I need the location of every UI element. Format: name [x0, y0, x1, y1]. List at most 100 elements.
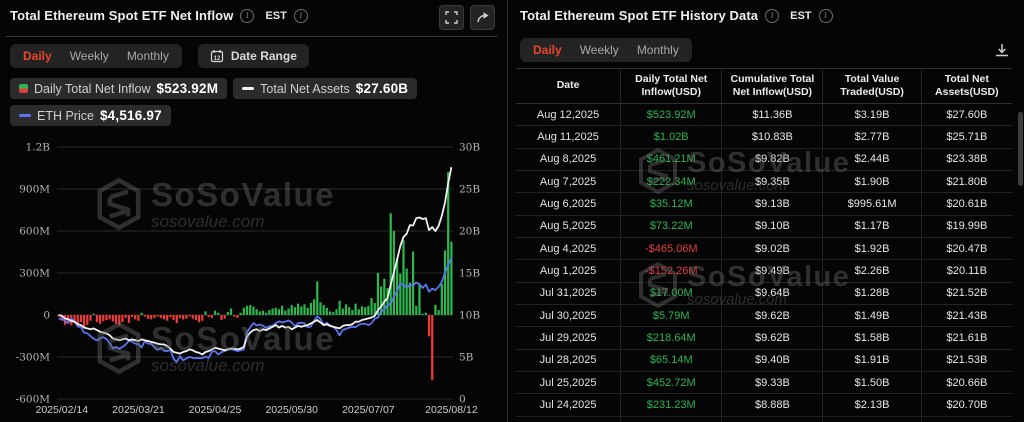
traded-cell: $1.50B [823, 371, 922, 394]
tab-weekly[interactable]: Weekly [573, 41, 626, 59]
tab-monthly[interactable]: Monthly [120, 47, 176, 65]
table-scrollbar[interactable] [1018, 112, 1023, 186]
inflow-bar [194, 315, 198, 321]
legend-item-total-net-assets[interactable]: Total Net Assets $27.60B [233, 78, 418, 99]
column-header-4[interactable]: Total Net Assets(USD) [922, 69, 1012, 103]
inflow-bar [443, 250, 447, 315]
inflow-bar [245, 305, 249, 315]
inflow-bar [399, 273, 402, 315]
x-axis-tick: 2025/03/21 [112, 404, 165, 416]
inflow-bar [185, 315, 188, 319]
timezone-info-icon[interactable]: i [818, 8, 833, 23]
table-row: Aug 5,2025 $73.22M $9.10B $1.17B $19.99B [516, 215, 1012, 238]
inflow-bar [118, 315, 121, 326]
traded-cell: $2.13B [823, 394, 922, 416]
table-header-row: Date Daily Total Net Inflow(USD) Cumulativ… [516, 68, 1012, 104]
inflow-bar [434, 304, 437, 315]
date-range-button[interactable]: 12 Date Range [197, 44, 309, 68]
traded-cell: $1.91B [823, 349, 922, 371]
inflow-bar [284, 310, 287, 315]
date-cell: Jul 29,2025 [516, 327, 622, 349]
inflow-bar [150, 315, 153, 320]
table-title: Total Ethereum Spot ETF History Data [520, 8, 759, 23]
inflow-bar [127, 315, 130, 323]
date-range-label: Date Range [230, 49, 297, 63]
inflow-bar [274, 307, 277, 315]
inflow-bar [178, 315, 182, 318]
date-cell: Aug 6,2025 [516, 193, 622, 215]
tab-weekly[interactable]: Weekly [63, 47, 116, 65]
legend-item-daily-total-net-inflow[interactable]: Daily Total Net Inflow $523.92M [10, 78, 228, 99]
traded-cell: $1.17B [823, 215, 922, 237]
inflow-cell: -$152.26M [621, 260, 723, 282]
date-cell: Jul 28,2025 [516, 349, 622, 371]
column-header-3[interactable]: Total Value Traded(USD) [823, 69, 922, 103]
inflow-bar [300, 306, 303, 315]
x-axis-tick: 2025/02/14 [36, 404, 89, 416]
cumulative-cell: $8.65B [722, 416, 824, 422]
download-button[interactable] [994, 42, 1010, 63]
inflow-bar [450, 241, 453, 315]
right-axis-tick: 20B [459, 226, 480, 238]
inflow-bar [92, 313, 95, 315]
chart-actions [439, 5, 495, 30]
inflow-bar [252, 306, 255, 315]
inflow-bar [217, 312, 220, 315]
chart-legend: Daily Total Net Inflow $523.92M Total Net … [10, 78, 485, 126]
column-header-1[interactable]: Daily Total Net Inflow(USD) [621, 69, 723, 103]
timezone-info-icon[interactable]: i [293, 8, 308, 23]
inflow-bar [140, 312, 143, 315]
tab-daily[interactable]: Daily [16, 47, 59, 65]
inflow-bar [86, 315, 89, 325]
inflow-bar [108, 315, 111, 320]
inflow-bar [293, 307, 297, 315]
traded-cell: $1.58B [823, 327, 922, 349]
assets-cell: $21.43B [946, 309, 988, 322]
inflow-bar [233, 315, 236, 317]
timezone-label: EST [265, 9, 287, 22]
column-header-2[interactable]: Cumulative Total Net Inflow(USD) [722, 69, 824, 103]
legend-item-eth-price[interactable]: ETH Price $4,516.97 [10, 105, 171, 126]
etf-dashboard: Total Ethereum Spot ETF Net Inflow i EST… [0, 0, 1024, 422]
inflow-cell: $65.14M [621, 349, 723, 371]
inflow-bar [207, 315, 210, 318]
traded-cell: $2.26B [823, 260, 922, 282]
tab-monthly[interactable]: Monthly [630, 41, 686, 59]
cumulative-cell: $9.49B [722, 260, 824, 282]
inflow-cell: $35.12M [621, 193, 723, 215]
table-row: Jul 31,2025 $17.00M $9.64B $1.28B $21.52B [516, 282, 1012, 305]
inflow-bar [303, 304, 306, 315]
inflow-bar [322, 305, 325, 315]
download-icon [996, 44, 1008, 57]
inflow-bar [114, 315, 118, 324]
legend-value: $523.92M [156, 81, 219, 96]
assets-cell: $19.99B [946, 220, 988, 233]
left-axis-tick: -300M [16, 352, 51, 364]
inflow-bar [319, 302, 322, 315]
assets-cell: $20.47B [946, 242, 988, 255]
inflow-bar [95, 315, 99, 322]
inflow-bar [364, 307, 367, 315]
inflow-bar [239, 312, 242, 315]
table-row: Aug 4,2025 -$465.06M $9.02B $1.92B $20.47B [516, 237, 1012, 261]
date-cell: Aug 1,2025 [516, 260, 622, 282]
inflow-bar [258, 311, 261, 315]
inflow-bar [79, 315, 83, 322]
cumulative-cell: $8.88B [722, 394, 824, 416]
legend-label: ETH Price [37, 108, 94, 123]
date-cell: Jul 24,2025 [516, 394, 622, 416]
info-icon[interactable]: i [765, 8, 780, 23]
table-row: Aug 6,2025 $35.12M $9.13B $995.61M $20.61B [516, 193, 1012, 216]
inflow-bar [348, 307, 351, 315]
share-button[interactable] [470, 5, 495, 30]
info-icon[interactable]: i [240, 8, 255, 23]
column-header-0[interactable]: Date [516, 69, 622, 103]
green-red-square-icon [19, 84, 28, 93]
inflow-cell: $5.79M [621, 304, 723, 327]
fullscreen-button[interactable] [439, 5, 464, 30]
traded-cell: $1.92B [823, 237, 922, 260]
inflow-chart[interactable]: 1.2B 30B900M 25B600M 20B300M 15B0 10B-300M 5B-… [0, 128, 507, 422]
traded-cell: $2.44B [823, 148, 922, 170]
tab-daily[interactable]: Daily [526, 41, 569, 59]
traded-cell: $2.77B [823, 126, 922, 148]
